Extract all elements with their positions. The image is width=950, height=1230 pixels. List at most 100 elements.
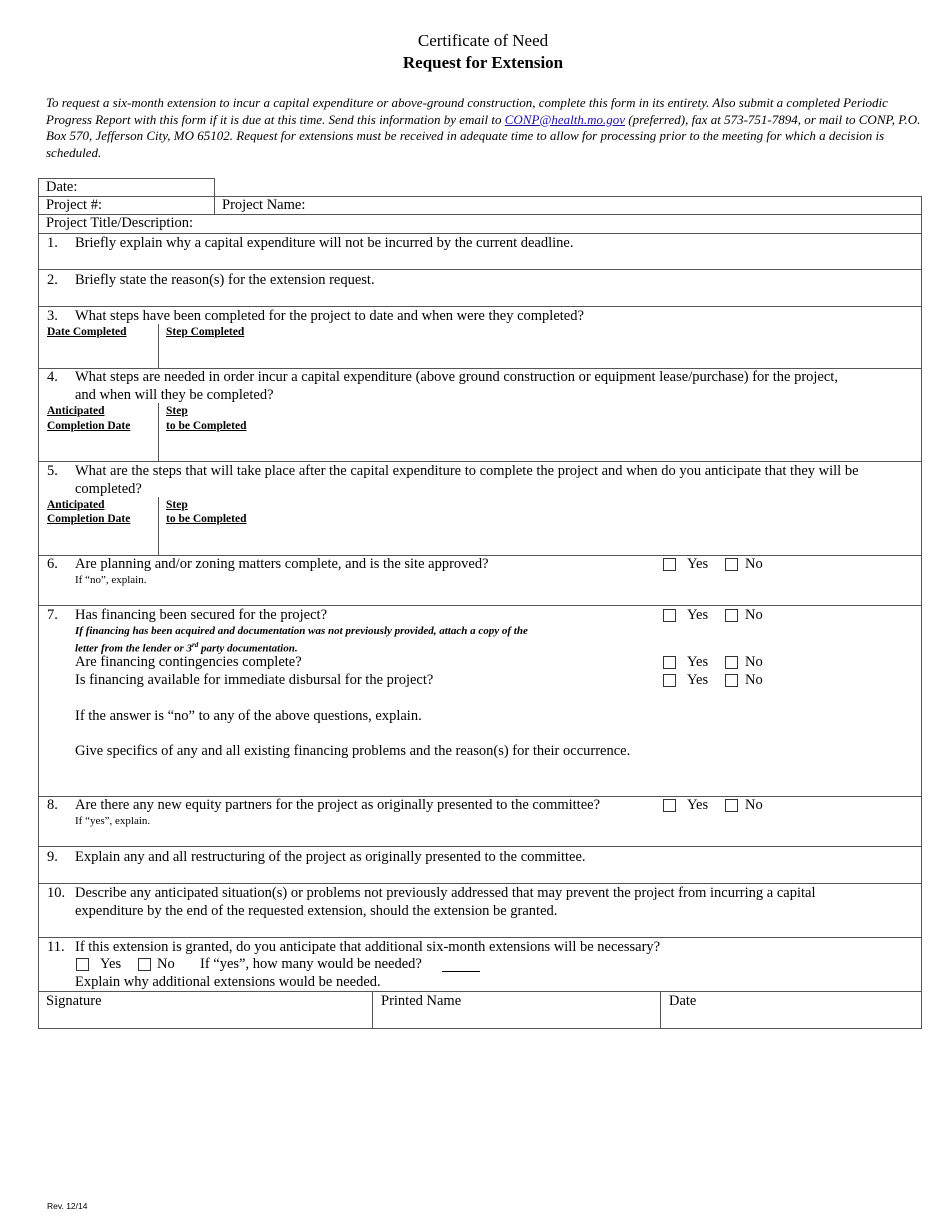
yes-label: Yes (687, 607, 709, 623)
printed-name-label: Printed Name (381, 993, 462, 1009)
question-7-sub2-text: Is financing available for immediate dis… (75, 672, 434, 688)
no-label: No (157, 956, 175, 972)
question-11-explain: Explain why additional extensions would … (75, 974, 381, 990)
question-7-sub1-text: Are financing contingencies complete? (75, 654, 302, 670)
no-label: No (745, 556, 763, 572)
to-be-completed-header: to be Completed (166, 420, 247, 432)
question-5-text-line1: What are the steps that will take place … (75, 463, 859, 479)
question-4-text-line1: What steps are needed in order incur a c… (75, 369, 838, 385)
divider (660, 991, 661, 1028)
date-field[interactable] (90, 179, 210, 196)
question-5-date-field[interactable] (44, 528, 154, 553)
completion-date-header: Completion Date (47, 513, 131, 525)
divider (921, 196, 922, 1028)
signature-label: Signature (46, 993, 102, 1009)
anticipated-header: Anticipated (47, 499, 105, 511)
question-6-note: If “no”, explain. (75, 574, 147, 586)
step-completed-header: Step Completed (166, 326, 245, 338)
question-3-date-field[interactable] (44, 340, 154, 366)
signature-field[interactable] (44, 1010, 368, 1026)
note-text: party documentation. (198, 642, 298, 655)
note-text: letter from the lender or 3 (75, 642, 193, 655)
contingencies-yes-checkbox[interactable] (663, 656, 676, 669)
question-11-no-checkbox[interactable] (138, 958, 151, 971)
divider (38, 233, 922, 234)
divider (158, 403, 159, 461)
question-5-step-field[interactable] (164, 528, 914, 553)
question-9-text: Explain any and all restructuring of the… (75, 849, 586, 865)
disbursal-yes-checkbox[interactable] (663, 674, 676, 687)
form-subtitle: Request for Extension (402, 53, 564, 72)
signature-date-field[interactable] (666, 1010, 916, 1026)
question-number: 11. (47, 939, 65, 955)
question-6-yes-checkbox[interactable] (663, 558, 676, 571)
question-8-no-checkbox[interactable] (725, 799, 738, 812)
completion-date-header: Completion Date (47, 420, 131, 432)
to-be-completed-header: to be Completed (166, 513, 247, 525)
question-4-text-line2: and when will they be completed? (75, 387, 274, 403)
question-11-yes-checkbox[interactable] (76, 958, 89, 971)
question-1-answer[interactable] (75, 252, 915, 268)
question-3-text: What steps have been completed for the p… (75, 308, 584, 324)
form-title: Certificate of Need (417, 31, 549, 50)
divider (38, 605, 922, 606)
question-7-explain1-answer[interactable] (75, 725, 915, 741)
signature-date-label: Date (669, 993, 697, 1009)
no-label: No (745, 672, 763, 688)
question-number: 2. (47, 272, 58, 288)
question-number: 10. (47, 885, 66, 901)
step-header: Step (166, 405, 188, 417)
question-1-text: Briefly explain why a capital expenditur… (75, 235, 574, 251)
question-6-text: Are planning and/or zoning matters compl… (75, 556, 489, 572)
project-title-field[interactable] (210, 215, 915, 232)
email-link[interactable]: CONP@health.mo.gov (505, 112, 625, 127)
question-8-yes-checkbox[interactable] (663, 799, 676, 812)
divider (38, 1028, 922, 1029)
no-label: No (745, 654, 763, 670)
question-9-answer[interactable] (75, 866, 915, 882)
contingencies-no-checkbox[interactable] (725, 656, 738, 669)
question-number: 3. (47, 308, 58, 324)
question-4-step-field[interactable] (164, 434, 914, 459)
divider (372, 991, 373, 1028)
question-7-yes-checkbox[interactable] (663, 609, 676, 622)
divider (38, 991, 922, 992)
question-2-text: Briefly state the reason(s) for the exte… (75, 272, 375, 288)
how-many-field[interactable] (442, 957, 480, 972)
project-number-field[interactable] (110, 197, 210, 214)
question-11-text: If this extension is granted, do you ant… (75, 939, 661, 955)
project-title-label: Project Title/Description: (46, 215, 194, 231)
divider (38, 269, 922, 270)
question-5-text-line2: completed? (75, 481, 142, 497)
question-7-explain2-answer[interactable] (75, 760, 915, 794)
project-number-label: Project #: (46, 197, 102, 213)
divider (38, 937, 922, 938)
question-number: 9. (47, 849, 58, 865)
question-7-text: Has financing been secured for the proje… (75, 607, 328, 623)
question-2-answer[interactable] (75, 289, 915, 305)
divider (38, 846, 922, 847)
project-name-field[interactable] (315, 197, 915, 214)
disbursal-no-checkbox[interactable] (725, 674, 738, 687)
divider (158, 324, 159, 368)
question-7-note-line1: If financing has been acquired and docum… (75, 625, 528, 637)
question-8-note: If “yes”, explain. (75, 815, 151, 827)
anticipated-header: Anticipated (47, 405, 105, 417)
divider (38, 178, 39, 1028)
instructions-paragraph: To request a six-month extension to incu… (46, 95, 922, 161)
question-number: 1. (47, 235, 58, 251)
divider (38, 883, 922, 884)
question-number: 7. (47, 607, 58, 623)
date-label: Date: (46, 179, 78, 195)
question-3-step-field[interactable] (164, 340, 914, 366)
question-4-date-field[interactable] (44, 434, 154, 459)
how-many-label: If “yes”, how many would be needed? (200, 956, 422, 972)
divider (38, 306, 922, 307)
question-7-no-checkbox[interactable] (725, 609, 738, 622)
question-6-no-checkbox[interactable] (725, 558, 738, 571)
printed-name-field[interactable] (378, 1010, 656, 1026)
no-label: No (745, 607, 763, 623)
question-10-answer[interactable] (75, 920, 915, 936)
no-label: No (745, 797, 763, 813)
yes-label: Yes (687, 797, 709, 813)
